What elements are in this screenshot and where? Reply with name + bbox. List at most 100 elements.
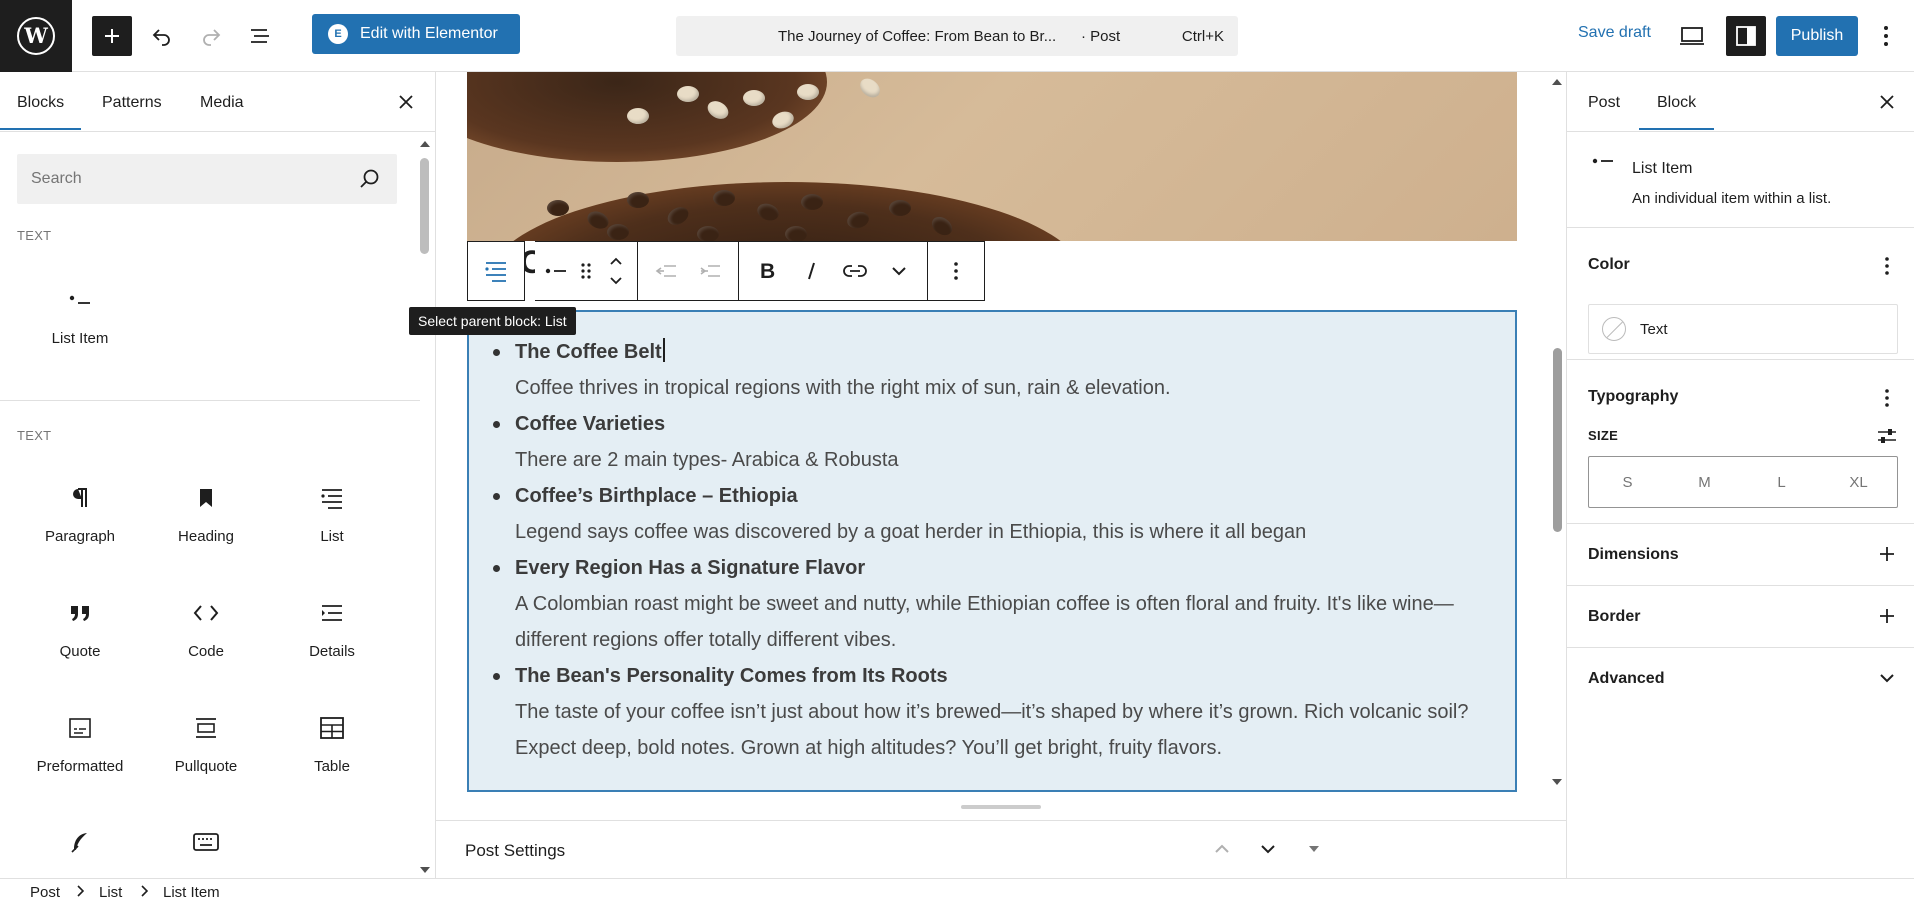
tab-post[interactable]: Post xyxy=(1588,94,1620,112)
code-icon xyxy=(193,601,219,625)
redo-button[interactable] xyxy=(189,14,233,58)
border-panel[interactable]: Border xyxy=(1567,586,1914,648)
bean-shape xyxy=(627,108,649,124)
size-option-l[interactable]: L xyxy=(1743,457,1820,507)
block-item-code[interactable]: Code xyxy=(143,585,269,685)
wordpress-logo-button[interactable]: W xyxy=(0,0,72,72)
scrollbar-thumb[interactable] xyxy=(1553,348,1562,532)
outdent-icon xyxy=(655,265,676,277)
italic-button[interactable] xyxy=(789,249,833,293)
plus-icon xyxy=(105,29,119,43)
inserter-scrollbar[interactable] xyxy=(418,138,432,878)
typography-options-button[interactable] xyxy=(1875,386,1899,410)
command-palette-bar[interactable]: The Journey of Coffee: From Bean to Br..… xyxy=(676,16,1238,56)
metabox-resize-handle[interactable] xyxy=(961,805,1041,809)
plus-icon xyxy=(1880,609,1894,623)
post-type-label: · Post xyxy=(1081,27,1121,45)
custom-size-button[interactable] xyxy=(1875,424,1899,448)
block-item-table[interactable]: Table xyxy=(269,700,395,800)
bean-shape xyxy=(677,86,699,102)
block-item-quote[interactable]: Quote xyxy=(17,585,143,685)
text-color-item[interactable]: Text xyxy=(1588,304,1898,354)
block-item-details[interactable]: Details xyxy=(269,585,395,685)
edit-with-elementor-button[interactable]: E Edit with Elementor xyxy=(312,14,520,54)
list-item[interactable]: Coffee Varieties There are 2 main types-… xyxy=(493,406,1515,478)
expand-advanced-button[interactable] xyxy=(1875,666,1899,690)
tab-blocks[interactable]: Blocks xyxy=(0,94,82,130)
save-draft-button[interactable]: Save draft xyxy=(1578,24,1651,42)
editor-header: W E Edit with Elementor The Journey of C… xyxy=(0,0,1914,72)
bean-shape xyxy=(797,84,819,100)
bold-button[interactable]: B xyxy=(745,249,789,293)
breadcrumb-list[interactable]: List xyxy=(99,884,122,901)
block-item-label: Heading xyxy=(178,528,234,545)
tab-block[interactable]: Block xyxy=(1638,94,1715,130)
more-formatting-button[interactable] xyxy=(877,249,921,293)
toolbar-indent-group xyxy=(638,241,739,301)
view-button[interactable] xyxy=(1672,16,1712,56)
size-option-s[interactable]: S xyxy=(1589,457,1666,507)
dimensions-panel[interactable]: Dimensions xyxy=(1567,524,1914,586)
block-item-paragraph[interactable]: Paragraph xyxy=(17,470,143,570)
search-icon xyxy=(360,169,379,188)
elementor-icon: E xyxy=(328,24,348,44)
redo-icon xyxy=(203,29,221,46)
block-item-keyboard[interactable] xyxy=(143,814,269,854)
document-overview-button[interactable] xyxy=(238,14,282,58)
block-item-verse[interactable] xyxy=(17,814,143,854)
publish-button[interactable]: Publish xyxy=(1776,16,1858,56)
block-item-heading[interactable]: Heading xyxy=(143,470,269,570)
scrollbar-thumb[interactable] xyxy=(420,158,429,254)
move-down-button[interactable] xyxy=(1248,829,1288,869)
add-border-button[interactable] xyxy=(1875,604,1899,628)
list-item[interactable]: The Coffee Belt Coffee thrives in tropic… xyxy=(493,334,1515,406)
block-item-label: Quote xyxy=(59,643,101,660)
block-type-button[interactable] xyxy=(541,249,571,293)
list-item[interactable]: Coffee’s Birthplace – Ethiopia Legend sa… xyxy=(493,478,1515,550)
close-inserter-button[interactable] xyxy=(394,90,418,114)
list-item[interactable]: Every Region Has a Signature Flavor A Co… xyxy=(493,550,1515,658)
list-item-description: Legend says coffee was discovered by a g… xyxy=(515,521,1307,543)
size-option-m[interactable]: M xyxy=(1666,457,1743,507)
block-search-input[interactable] xyxy=(17,154,397,204)
svg-text:B: B xyxy=(760,261,775,281)
coffee-list: The Coffee Belt Coffee thrives in tropic… xyxy=(469,312,1515,766)
block-item-list-item[interactable]: List Item xyxy=(17,272,143,372)
block-item-pullquote[interactable]: Pullquote xyxy=(143,700,269,800)
move-up-button[interactable] xyxy=(1202,829,1242,869)
select-parent-list-button[interactable] xyxy=(474,249,518,293)
list-item[interactable]: The Bean's Personality Comes from Its Ro… xyxy=(493,658,1515,766)
list-item-icon xyxy=(545,268,566,274)
selected-list-block[interactable]: The Coffee Belt Coffee thrives in tropic… xyxy=(467,310,1517,792)
tab-patterns[interactable]: Patterns xyxy=(102,94,162,112)
color-options-button[interactable] xyxy=(1875,254,1899,278)
details-icon xyxy=(320,601,344,625)
options-menu-button[interactable] xyxy=(1866,16,1906,56)
close-sidebar-button[interactable] xyxy=(1875,90,1899,114)
advanced-panel[interactable]: Advanced xyxy=(1567,648,1914,710)
toggle-panel-button[interactable] xyxy=(1294,829,1334,869)
breadcrumb-post[interactable]: Post xyxy=(30,884,60,901)
drag-handle[interactable] xyxy=(571,249,601,293)
list-view-icon xyxy=(251,29,269,43)
preformatted-icon xyxy=(69,716,91,740)
indent-button[interactable] xyxy=(688,249,732,293)
caret-down-icon xyxy=(1309,846,1319,852)
coffee-beans-image[interactable] xyxy=(467,72,1517,241)
block-options-button[interactable] xyxy=(934,249,978,293)
add-dimensions-button[interactable] xyxy=(1875,542,1899,566)
block-item-preformatted[interactable]: Preformatted xyxy=(17,700,143,800)
tab-media[interactable]: Media xyxy=(200,94,244,112)
settings-toggle-button[interactable] xyxy=(1726,16,1766,56)
typography-panel-title: Typography xyxy=(1588,388,1679,405)
block-inserter-toggle[interactable] xyxy=(92,16,132,56)
outdent-button[interactable] xyxy=(644,249,688,293)
block-item-list[interactable]: List xyxy=(269,470,395,570)
size-option-xl[interactable]: XL xyxy=(1820,457,1897,507)
scroll-down-arrow-icon xyxy=(1552,779,1562,785)
link-button[interactable] xyxy=(833,249,877,293)
text-cursor xyxy=(662,338,665,362)
move-up-down-buttons[interactable] xyxy=(601,249,631,293)
canvas-scrollbar[interactable] xyxy=(1549,72,1565,792)
undo-button[interactable] xyxy=(140,14,184,58)
